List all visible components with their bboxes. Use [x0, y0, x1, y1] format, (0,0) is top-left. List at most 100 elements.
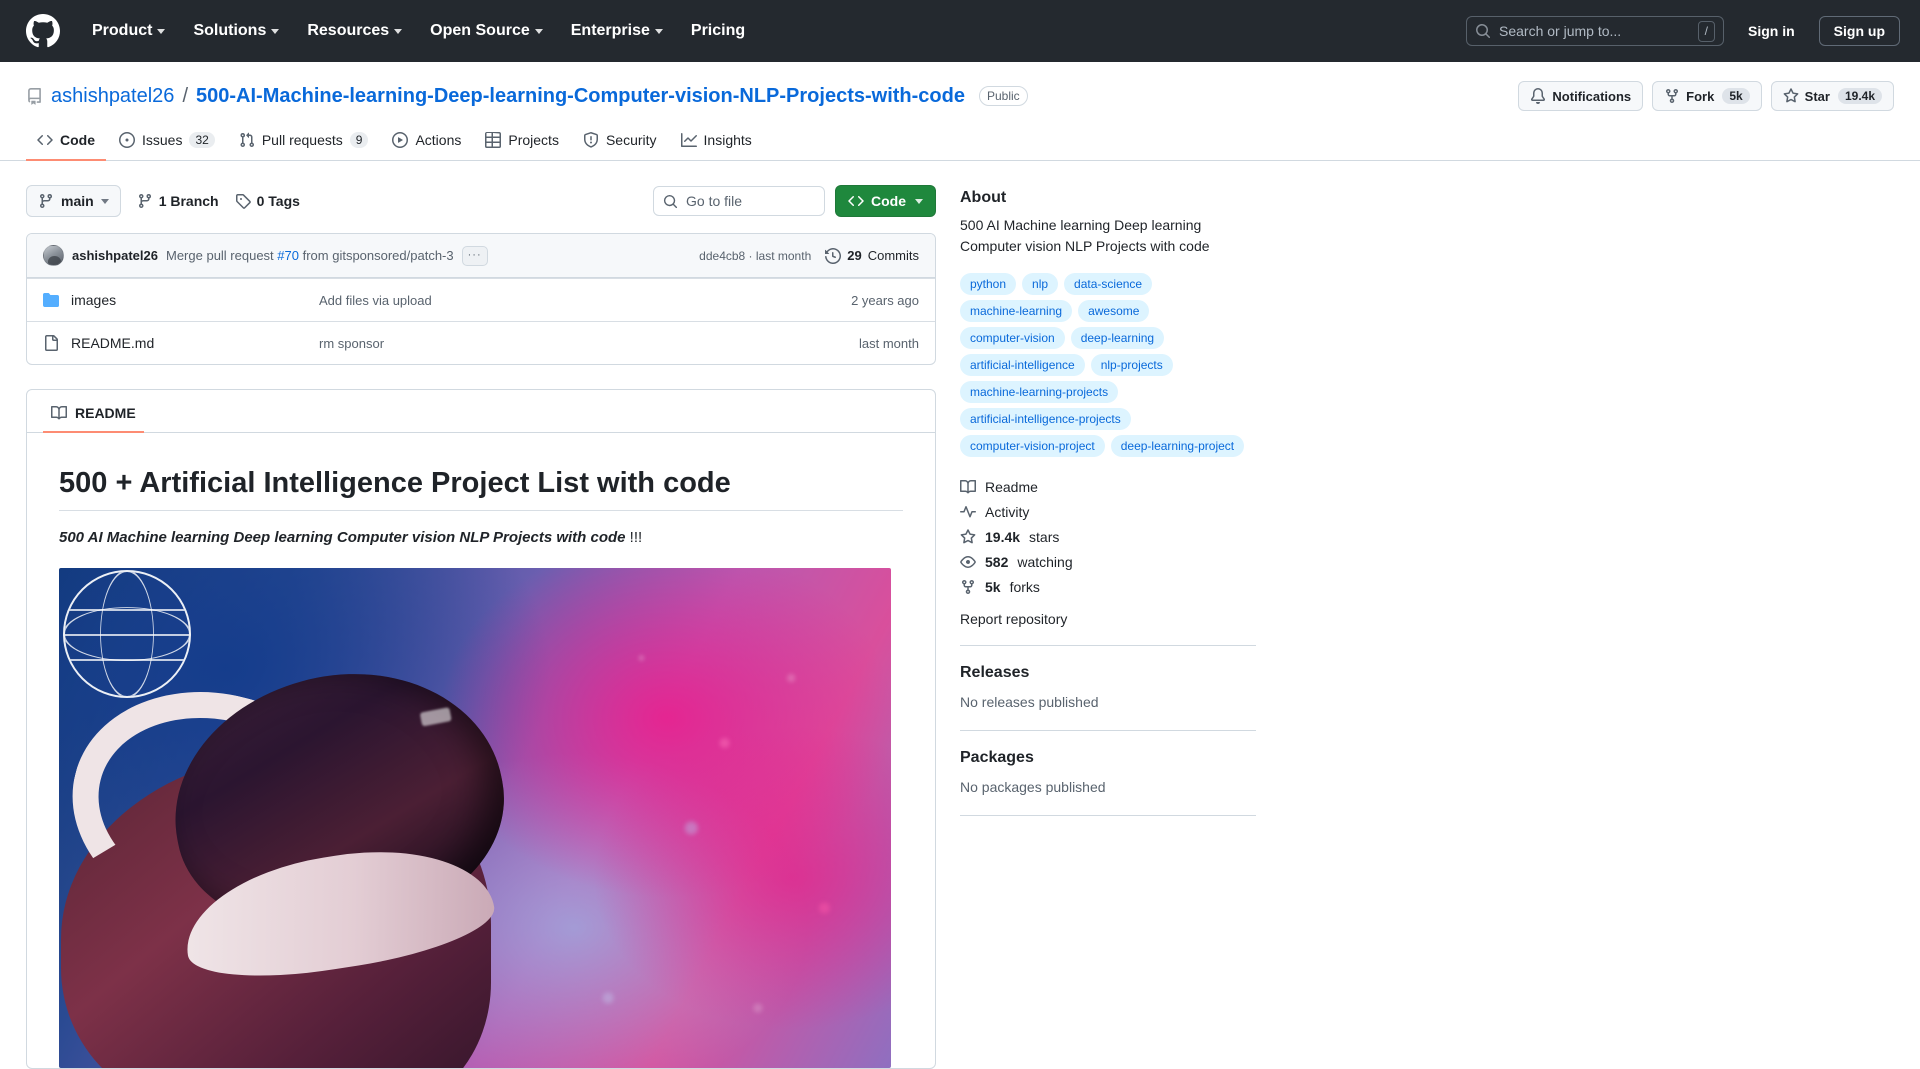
topic-tag[interactable]: deep-learning-project: [1110, 435, 1245, 457]
topic-tag[interactable]: computer-vision-project: [960, 435, 1105, 457]
tab-readme[interactable]: README: [43, 399, 144, 433]
tab-issues[interactable]: Issues 32: [108, 125, 226, 161]
star-button[interactable]: Star 19.4k: [1770, 81, 1894, 111]
github-mark-icon[interactable]: [26, 14, 60, 48]
tab-projects[interactable]: Projects: [474, 125, 570, 161]
search-input[interactable]: Search or jump to... /: [1466, 16, 1724, 46]
file-browser: ashishpatel26 Merge pull request #70 fro…: [26, 233, 936, 365]
tab-actions[interactable]: Actions: [381, 125, 472, 161]
avatar[interactable]: [43, 245, 64, 266]
chevron-down-icon: [157, 28, 166, 34]
chevron-down-icon: [654, 28, 663, 34]
notifications-button[interactable]: Notifications: [1518, 81, 1644, 111]
sidebar-item-forks[interactable]: 5k forks: [960, 579, 1256, 595]
readme-subtitle: 500 AI Machine learning Deep learning Co…: [59, 529, 903, 546]
sign-up-button[interactable]: Sign up: [1818, 16, 1900, 46]
readme-subtitle-suffix: !!!: [625, 529, 643, 547]
readme-header: README: [27, 390, 935, 433]
repo-owner-link[interactable]: ashishpatel26: [51, 85, 174, 108]
tags-link[interactable]: 0 Tags: [235, 193, 300, 209]
pulse-icon: [960, 506, 976, 518]
sidebar-item-watching[interactable]: 582 watching: [960, 554, 1256, 570]
packages-empty-text: No packages published: [960, 779, 1106, 795]
topic-tag[interactable]: python: [960, 273, 1017, 295]
commit-hash[interactable]: dde4cb8 · last month: [699, 249, 811, 263]
tab-insights[interactable]: Insights: [670, 125, 763, 161]
fork-icon: [1664, 88, 1680, 104]
tag-icon: [235, 193, 251, 209]
tab-security[interactable]: Security: [572, 125, 668, 161]
fork-button[interactable]: Fork 5k: [1652, 81, 1762, 111]
code-icon: [37, 132, 53, 148]
tab-code[interactable]: Code: [26, 125, 106, 161]
branch-selector[interactable]: main: [26, 185, 121, 217]
page-body: main 1 Branch 0 Tags Go to file Code ash…: [0, 161, 1920, 1069]
file-icon: [43, 335, 59, 351]
readme-panel: README 500 + Artificial Intelligence Pro…: [26, 389, 936, 1069]
file-commit-message[interactable]: Add files via upload: [319, 293, 851, 308]
table-row[interactable]: README.md rm sponsor last month: [27, 321, 935, 364]
go-to-file-placeholder: Go to file: [686, 193, 743, 209]
sidebar-item-stars[interactable]: 19.4k stars: [960, 529, 1256, 545]
commit-expand-button[interactable]: ···: [461, 245, 488, 266]
sidebar-links: Readme Activity 19.4k stars 582 watching…: [960, 479, 1256, 595]
tab-pull-requests[interactable]: Pull requests 9: [228, 125, 380, 161]
sign-in-link[interactable]: Sign in: [1738, 17, 1805, 45]
latest-commit-bar: ashishpatel26 Merge pull request #70 fro…: [27, 234, 935, 278]
commit-hash-value: dde4cb8: [699, 248, 746, 263]
chevron-down-icon: [534, 28, 543, 34]
nav-item-enterprise[interactable]: Enterprise: [557, 14, 677, 48]
topic-tag[interactable]: deep-learning: [1070, 327, 1165, 349]
git-pull-request-icon: [239, 132, 255, 148]
topic-tag[interactable]: data-science: [1064, 273, 1153, 295]
table-row[interactable]: images Add files via upload 2 years ago: [27, 278, 935, 321]
repository-tabs: Code Issues 32 Pull requests 9 Actions P…: [26, 124, 1894, 161]
file-name[interactable]: images: [71, 292, 319, 308]
nav-item-product[interactable]: Product: [78, 14, 179, 48]
commit-author[interactable]: ashishpatel26: [72, 248, 158, 263]
branch-name: main: [61, 193, 94, 209]
readme-content: 500 + Artificial Intelligence Project Li…: [27, 433, 935, 1069]
topic-tag[interactable]: awesome: [1078, 300, 1150, 322]
file-name[interactable]: README.md: [71, 335, 319, 351]
sidebar: About 500 AI Machine learning Deep learn…: [960, 185, 1256, 834]
nav-label: Product: [92, 22, 153, 39]
chevron-down-icon: [915, 198, 923, 204]
branches-link[interactable]: 1 Branch: [137, 193, 219, 209]
topic-tag[interactable]: artificial-intelligence: [960, 354, 1085, 376]
fork-label: Fork: [1686, 88, 1715, 104]
nav-item-solutions[interactable]: Solutions: [179, 14, 293, 48]
nav-label: Pricing: [690, 22, 746, 39]
topic-tag[interactable]: artificial-intelligence-projects: [960, 408, 1131, 430]
nav-item-resources[interactable]: Resources: [293, 14, 416, 48]
topic-tag[interactable]: computer-vision: [960, 327, 1065, 349]
sidebar-item-activity[interactable]: Activity: [960, 504, 1256, 520]
commit-pr-link[interactable]: #70: [277, 248, 299, 263]
report-repository-link[interactable]: Report repository: [960, 611, 1256, 627]
star-count: 19.4k: [1837, 88, 1882, 104]
topic-tag[interactable]: nlp: [1022, 273, 1059, 295]
commit-message[interactable]: Merge pull request #70 from gitsponsored…: [166, 248, 454, 263]
nav-item-open-source[interactable]: Open Source: [416, 14, 557, 48]
tab-label: Code: [60, 132, 95, 148]
packages-title: Packages: [960, 749, 1034, 766]
go-to-file-input[interactable]: Go to file: [653, 186, 825, 216]
commits-count-link[interactable]: 29 Commits: [825, 247, 919, 264]
repo-name-link[interactable]: 500-AI-Machine-learning-Deep-learning-Co…: [196, 85, 965, 108]
code-download-button[interactable]: Code: [835, 185, 936, 217]
chevron-down-icon: [271, 28, 280, 34]
topic-tag[interactable]: nlp-projects: [1090, 354, 1173, 376]
fork-count: 5k: [1722, 88, 1750, 104]
book-icon: [960, 479, 976, 494]
sidebar-item-readme[interactable]: Readme: [960, 479, 1256, 495]
topic-tag[interactable]: machine-learning: [960, 300, 1073, 322]
commits-count-value: 29: [847, 248, 862, 263]
nav-item-pricing[interactable]: Pricing: [677, 14, 759, 48]
star-icon: [1783, 88, 1799, 104]
search-icon: [663, 194, 678, 208]
code-button-label: Code: [871, 193, 906, 209]
topic-tag[interactable]: machine-learning-projects: [960, 381, 1119, 403]
file-commit-message[interactable]: rm sponsor: [319, 336, 859, 351]
vr-headset-illustration: [59, 642, 621, 1069]
sidebar-divider: [960, 815, 1256, 816]
